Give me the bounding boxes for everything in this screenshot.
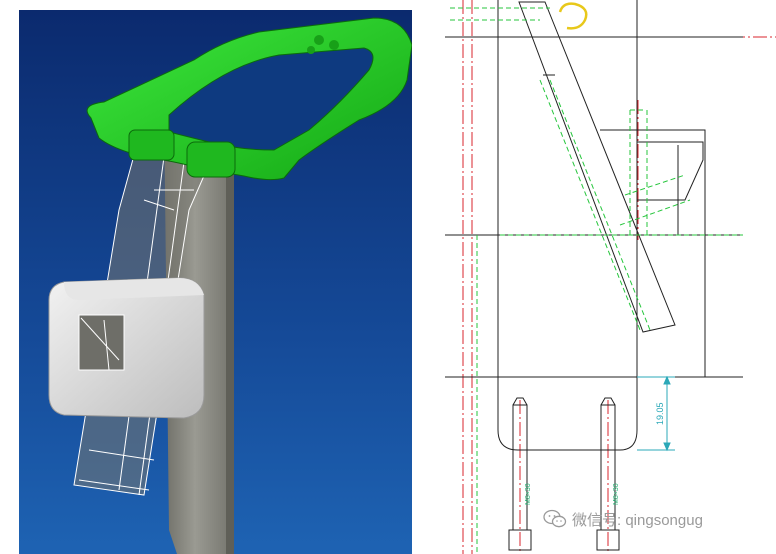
drawing-sheet: M8×30 M8×30 19.05 — [445, 0, 776, 554]
watermark-text: 微信号: qingsongug — [572, 511, 703, 529]
dimension-value: 19.05 — [655, 402, 665, 425]
render-scene — [19, 10, 412, 554]
slider-block — [48, 277, 205, 419]
wechat-icon — [543, 509, 567, 528]
bolt-left-label: M8×30 — [525, 483, 532, 505]
wechat-watermark: 微信号: qingsongug — [543, 508, 703, 530]
cad-2d-drawing: M8×30 M8×30 19.05 — [445, 0, 776, 554]
cad-3d-render — [19, 10, 412, 554]
bolt-right-label: M8×30 — [613, 483, 620, 505]
